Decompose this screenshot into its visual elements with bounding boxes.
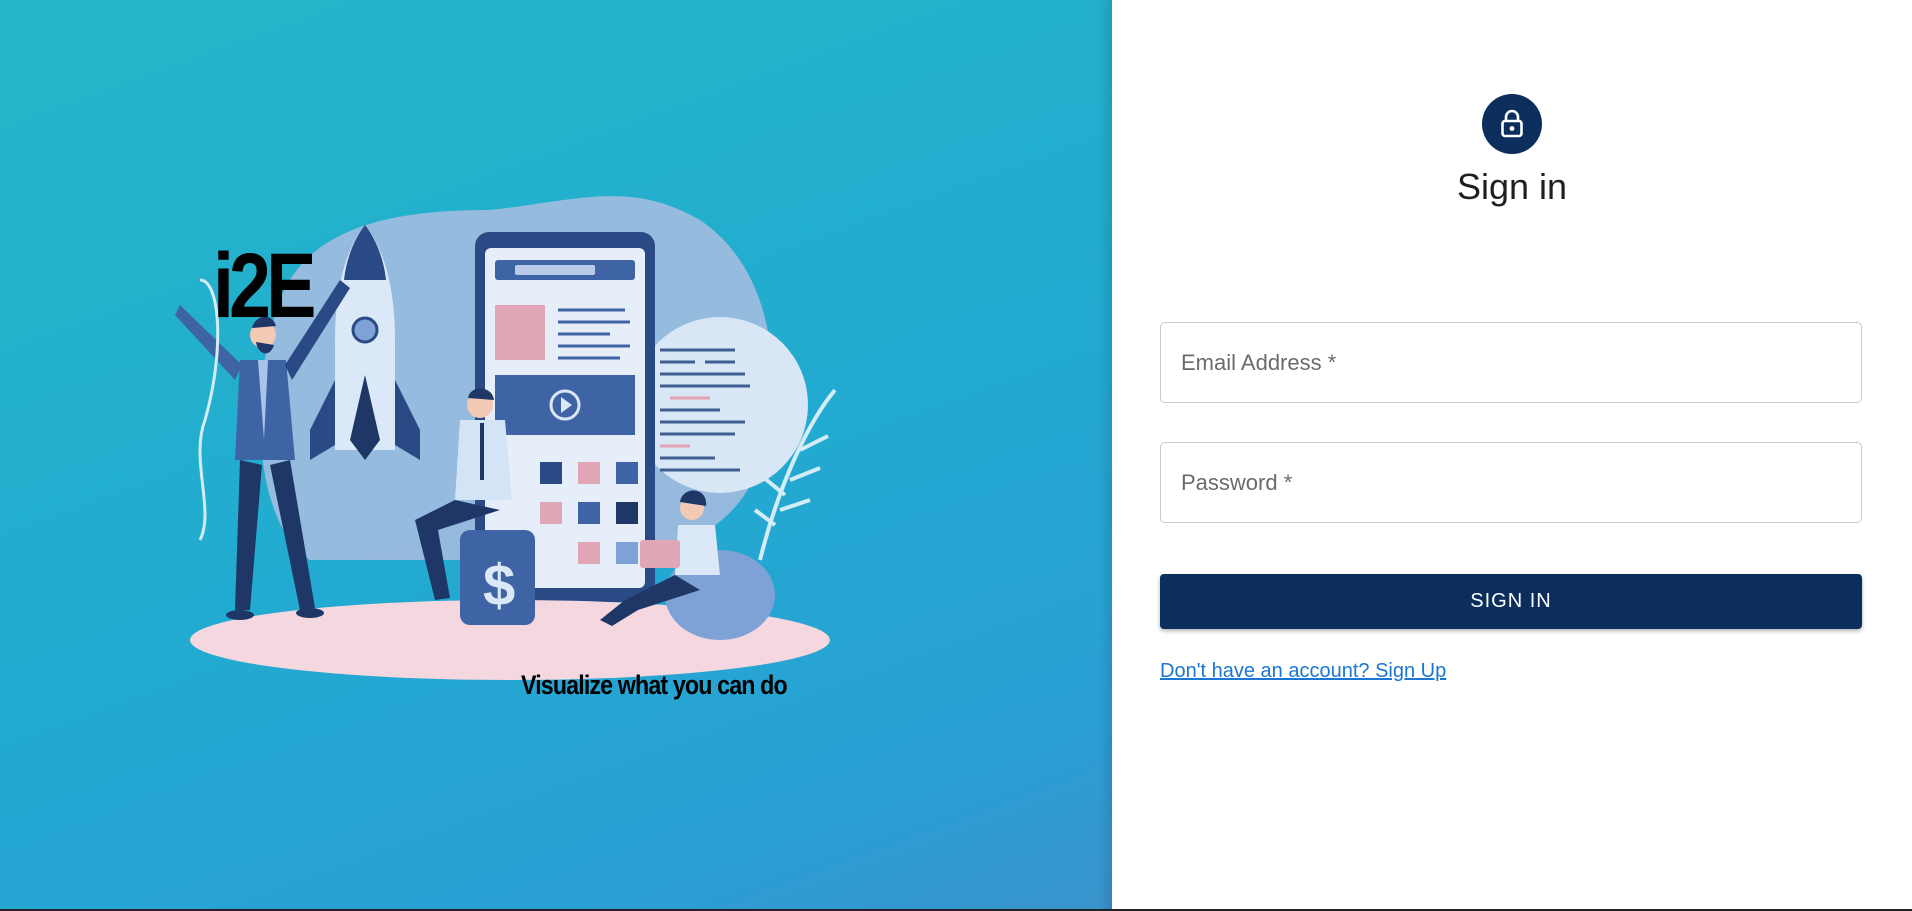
brand-logo-text: i2E [213,235,316,337]
hero-panel: $ i2E Visualize what you can do [0,0,1112,909]
password-field[interactable] [1160,442,1862,523]
email-input[interactable] [1161,323,1861,402]
signin-title: Sign in [1456,166,1568,207]
brand-tagline: Visualize what you can do [521,670,788,700]
email-field[interactable] [1160,322,1862,403]
lock-avatar [1482,94,1542,154]
panel-divider-shadow [1098,0,1112,909]
password-input[interactable] [1161,443,1861,522]
svg-text:$: $ [483,553,515,618]
signin-button[interactable]: SIGN IN [1160,574,1862,629]
signup-link[interactable]: Don't have an account? Sign Up [1160,660,1446,683]
lock-icon [1501,109,1523,138]
